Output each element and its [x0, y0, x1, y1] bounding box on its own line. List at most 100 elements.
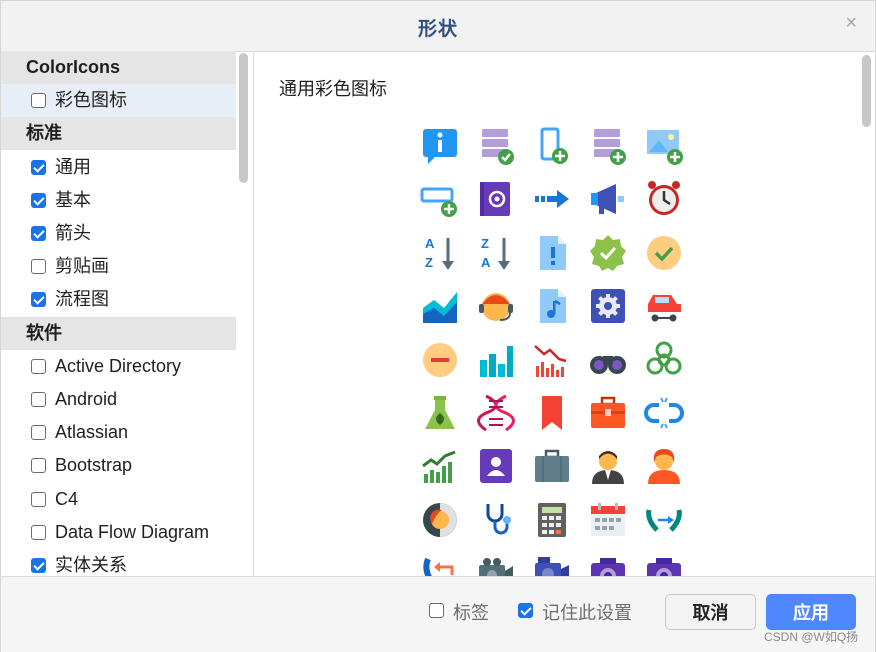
- sidebar-item-checkbox[interactable]: [31, 159, 46, 175]
- business-contact-icon[interactable]: [476, 446, 516, 486]
- preview-scrollbar[interactable]: [862, 55, 871, 127]
- sidebar-item-label: Android: [55, 389, 118, 409]
- sidebar-item[interactable]: 流程图: [1, 283, 236, 316]
- calculator-icon[interactable]: [532, 500, 572, 540]
- database-check-icon[interactable]: [476, 126, 516, 166]
- sort-za-icon[interactable]: ZA: [476, 233, 516, 273]
- ok-face-icon[interactable]: [644, 233, 684, 273]
- declining-chart-icon[interactable]: [532, 340, 572, 380]
- sidebar-item-checkbox[interactable]: [31, 558, 46, 573]
- close-icon[interactable]: ×: [845, 11, 857, 35]
- area-chart-icon[interactable]: [420, 286, 460, 326]
- shapes-dialog: 形状 × ColorIcons 彩色图标 标准 通用基本箭头剪贴画流程图 软件 Activ…: [0, 0, 876, 652]
- biohazard-icon[interactable]: [644, 340, 684, 380]
- sidebar-scrollbar[interactable]: [239, 53, 248, 183]
- car-icon[interactable]: [644, 286, 684, 326]
- sidebar-item-label: 剪贴画: [55, 256, 109, 277]
- sidebar-item[interactable]: Bootstrap: [1, 449, 236, 482]
- sidebar-item-label: Bootstrap: [55, 455, 133, 476]
- briefcase-icon[interactable]: [588, 393, 628, 433]
- sidebar-item-label: 箭头: [55, 223, 91, 243]
- cancel-button[interactable]: 取消: [665, 594, 756, 630]
- phone-add-icon[interactable]: [532, 126, 572, 166]
- sidebar-item-checkbox[interactable]: [31, 425, 46, 441]
- camcorder-pro-icon[interactable]: [532, 553, 572, 576]
- suitcase-icon[interactable]: [532, 446, 572, 486]
- sidebar-item-checkbox[interactable]: [31, 226, 46, 241]
- labels-checkbox-label[interactable]: 标签: [453, 599, 489, 625]
- sidebar-item[interactable]: 通用: [1, 151, 236, 184]
- sidebar-item[interactable]: Android: [1, 383, 236, 416]
- sidebar-item[interactable]: 箭头: [1, 217, 236, 250]
- dna-icon[interactable]: [476, 393, 516, 433]
- sidebar-item-checkbox[interactable]: [31, 259, 46, 275]
- rising-chart-icon[interactable]: [420, 446, 460, 486]
- sidebar-item-checkbox[interactable]: [31, 392, 46, 407]
- calendar-icon[interactable]: [588, 500, 628, 540]
- profile-side-icon[interactable]: [420, 500, 460, 540]
- support-agent-icon[interactable]: [476, 286, 516, 326]
- megaphone-icon[interactable]: [588, 179, 628, 219]
- labels-checkbox[interactable]: [429, 603, 444, 618]
- sidebar-item[interactable]: 剪贴画: [1, 250, 236, 283]
- sidebar-section-header: ColorIcons: [1, 51, 236, 84]
- sidebar-item-checkbox[interactable]: [31, 358, 46, 374]
- callback-icon[interactable]: [420, 553, 460, 576]
- sidebar-section-header: 标准: [1, 117, 236, 151]
- sidebar-item-label: 基本: [55, 189, 91, 210]
- binoculars-icon[interactable]: [588, 340, 628, 380]
- sidebar-item-label: Data Flow Diagram: [55, 521, 210, 542]
- sidebar-item-checkbox[interactable]: [31, 93, 46, 109]
- camera-addon-icon[interactable]: [644, 553, 684, 576]
- contact-book-icon[interactable]: [476, 179, 516, 219]
- call-transfer-icon[interactable]: [644, 500, 684, 540]
- sidebar-item-checkbox[interactable]: [31, 458, 46, 474]
- camera-icon[interactable]: [588, 553, 628, 576]
- stethoscope-icon[interactable]: [476, 500, 516, 540]
- remember-settings-label[interactable]: 记住此设置: [542, 599, 632, 625]
- sidebar-item-checkbox[interactable]: [31, 491, 46, 507]
- sidebar-item-checkbox[interactable]: [31, 524, 46, 540]
- watermark: CSDN @W如Q扬: [764, 630, 859, 644]
- svg-text:Z: Z: [425, 255, 433, 270]
- sidebar-item-label: Active Directory: [55, 355, 182, 376]
- approval-badge-icon[interactable]: [588, 233, 628, 273]
- dialog-titlebar: 形状 ×: [1, 1, 875, 52]
- shape-preview-panel[interactable]: 通用彩色图标 AZ ZA: [254, 51, 875, 576]
- alarm-clock-icon[interactable]: [644, 179, 684, 219]
- sidebar-item-label: 实体关系: [55, 555, 127, 575]
- database-add-icon[interactable]: [588, 126, 628, 166]
- sidebar-item-label: Atlassian: [55, 422, 129, 443]
- textbox-add-icon[interactable]: [420, 179, 460, 219]
- music-file-icon[interactable]: [532, 286, 572, 326]
- sidebar-item[interactable]: C4: [1, 483, 236, 516]
- sidebar-item-checkbox[interactable]: [31, 292, 46, 308]
- bookmark-icon[interactable]: [532, 393, 572, 433]
- apply-button[interactable]: 应用: [766, 594, 856, 630]
- sort-az-icon[interactable]: AZ: [420, 233, 460, 273]
- sidebar-item[interactable]: 实体关系: [1, 549, 236, 576]
- dialog-footer: 标签 记住此设置 取消 应用 CSDN @W如Q扬: [1, 576, 875, 652]
- sidebar-item[interactable]: 基本: [1, 184, 236, 217]
- sidebar-item[interactable]: 彩色图标: [1, 84, 236, 118]
- library-sidebar[interactable]: ColorIcons 彩色图标 标准 通用基本箭头剪贴画流程图 软件 Active Dir…: [1, 51, 254, 576]
- sidebar-section-header: 软件: [1, 316, 236, 350]
- businessman-icon[interactable]: [588, 446, 628, 486]
- sidebar-item[interactable]: Data Flow Diagram: [1, 516, 236, 549]
- test-flask-icon[interactable]: [420, 393, 460, 433]
- preview-section-title: 通用彩色图标: [279, 79, 387, 99]
- document-alert-icon[interactable]: [532, 233, 572, 273]
- sidebar-item-checkbox[interactable]: [31, 192, 46, 208]
- no-entry-face-icon[interactable]: [420, 340, 460, 380]
- info-icon[interactable]: [420, 126, 460, 166]
- sidebar-item[interactable]: Atlassian: [1, 416, 236, 449]
- settings-icon[interactable]: [588, 286, 628, 326]
- right-arrow-icon[interactable]: [532, 179, 572, 219]
- remember-settings-checkbox[interactable]: [518, 603, 533, 618]
- sidebar-item[interactable]: Active Directory: [1, 350, 236, 383]
- broken-link-icon[interactable]: [644, 393, 684, 433]
- businesswoman-icon[interactable]: [644, 446, 684, 486]
- image-add-icon[interactable]: [644, 126, 684, 166]
- camcorder-icon[interactable]: [476, 553, 516, 576]
- bar-chart-icon[interactable]: [476, 340, 516, 380]
